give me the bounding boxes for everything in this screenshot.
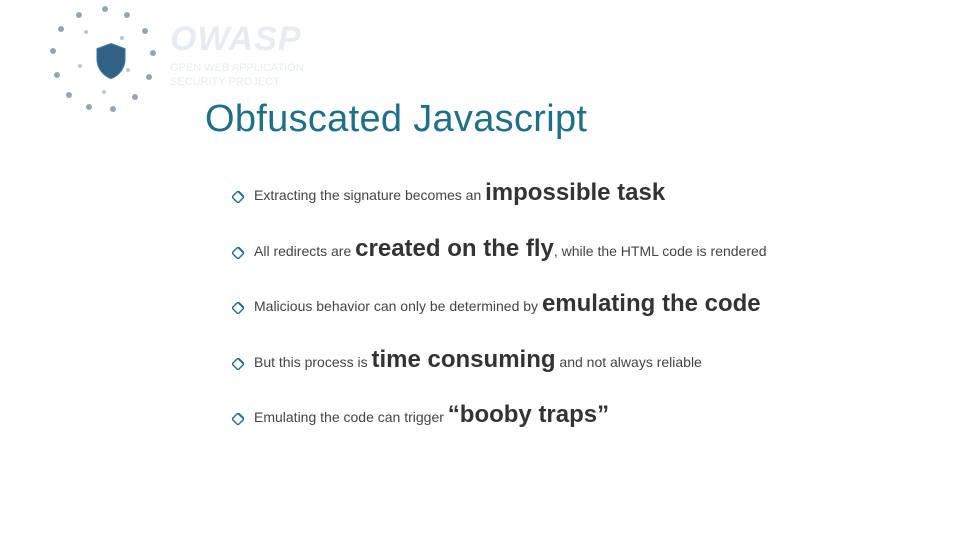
list-item: Malicious behavior can only be determine… <box>232 287 932 321</box>
bullet-pre: Malicious behavior can only be determine… <box>254 298 542 314</box>
logo-wordmark: OWASP <box>170 20 302 59</box>
bullet-pre: But this process is <box>254 354 372 370</box>
slide-title: Obfuscated Javascript <box>205 98 587 141</box>
bullet-pre: Extracting the signature becomes an <box>254 187 485 203</box>
bullet-list: Extracting the signature becomes an impo… <box>232 176 932 454</box>
bullet-post: and not always reliable <box>556 354 702 370</box>
bullet-pre: Emulating the code can trigger <box>254 409 448 425</box>
bullet-emphasis: “booby traps” <box>448 401 609 428</box>
shield-icon <box>90 40 132 87</box>
diamond-bullet-icon <box>232 247 244 259</box>
bullet-pre: All redirects are <box>254 243 355 259</box>
bullet-text: Malicious behavior can only be determine… <box>254 287 932 321</box>
logo-subline: OPEN WEB APPLICATION SECURITY PROJECT <box>170 62 304 90</box>
bullet-emphasis: created on the fly <box>355 235 554 262</box>
bullet-post: , while the HTML code is rendered <box>554 243 767 259</box>
bullet-emphasis: time consuming <box>372 346 556 373</box>
list-item: Emulating the code can trigger “booby tr… <box>232 398 932 432</box>
logo-subline-2: SECURITY PROJECT <box>170 76 280 88</box>
bullet-text: But this process is time consuming and n… <box>254 343 932 377</box>
bullet-text: All redirects are created on the fly, wh… <box>254 232 932 266</box>
diamond-bullet-icon <box>232 191 244 203</box>
logo-watermark: OWASP OPEN WEB APPLICATION SECURITY PROJ… <box>50 6 410 106</box>
bullet-text: Extracting the signature becomes an impo… <box>254 176 932 210</box>
list-item: But this process is time consuming and n… <box>232 343 932 377</box>
list-item: Extracting the signature becomes an impo… <box>232 176 932 210</box>
diamond-bullet-icon <box>232 413 244 425</box>
diamond-bullet-icon <box>232 302 244 314</box>
logo-subline-1: OPEN WEB APPLICATION <box>170 62 304 74</box>
list-item: All redirects are created on the fly, wh… <box>232 232 932 266</box>
bullet-text: Emulating the code can trigger “booby tr… <box>254 398 932 432</box>
diamond-bullet-icon <box>232 358 244 370</box>
bullet-emphasis: emulating the code <box>542 290 761 317</box>
bullet-emphasis: impossible task <box>485 179 665 206</box>
